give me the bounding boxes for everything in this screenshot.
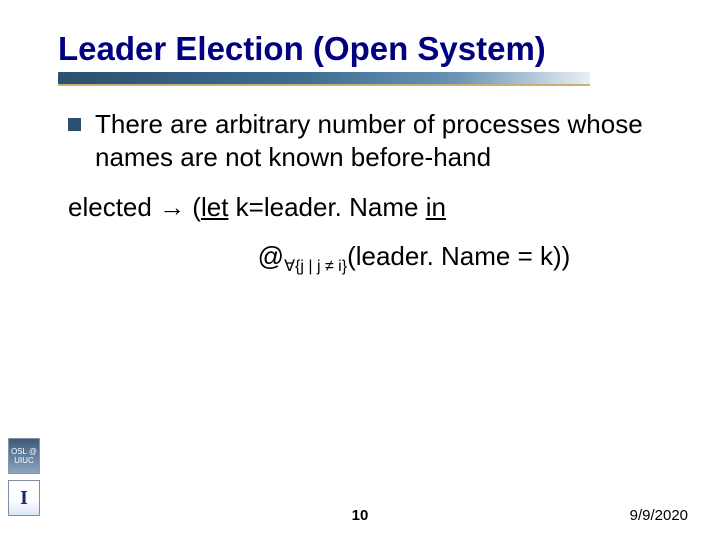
- page-title: Leader Election (Open System): [58, 30, 720, 68]
- formula2-rest: (leader. Name = k)): [347, 241, 570, 271]
- formula2-sub: ∀{j | j ≠ i}: [284, 258, 347, 275]
- formula1-in: in: [426, 192, 446, 222]
- illinois-logo: I: [8, 480, 40, 516]
- slide-date: 9/9/2020: [630, 507, 688, 524]
- formula1-prefix: elected → (: [68, 192, 201, 222]
- underline-gradient: [58, 72, 590, 84]
- slide-number: 10: [352, 507, 369, 524]
- formula-line-2: @∀{j | j ≠ i}(leader. Name = k)): [168, 241, 660, 276]
- formula-line-1: elected → (let k=leader. Name in: [68, 192, 660, 223]
- formula1-let: let: [201, 192, 228, 222]
- bullet-text: There are arbitrary number of processes …: [95, 108, 660, 175]
- underline-shadow: [58, 84, 590, 86]
- square-bullet-icon: [68, 118, 81, 131]
- osl-logo: OSL @ UIUC: [8, 438, 40, 474]
- body: There are arbitrary number of processes …: [68, 108, 660, 277]
- slide: Leader Election (Open System) There are …: [0, 0, 720, 540]
- bullet-row: There are arbitrary number of processes …: [68, 108, 660, 175]
- formula1-mid: k=leader. Name: [228, 192, 425, 222]
- logo-stack: OSL @ UIUC I: [8, 438, 40, 516]
- title-underline: [58, 72, 590, 86]
- formula2-at: @: [258, 241, 284, 271]
